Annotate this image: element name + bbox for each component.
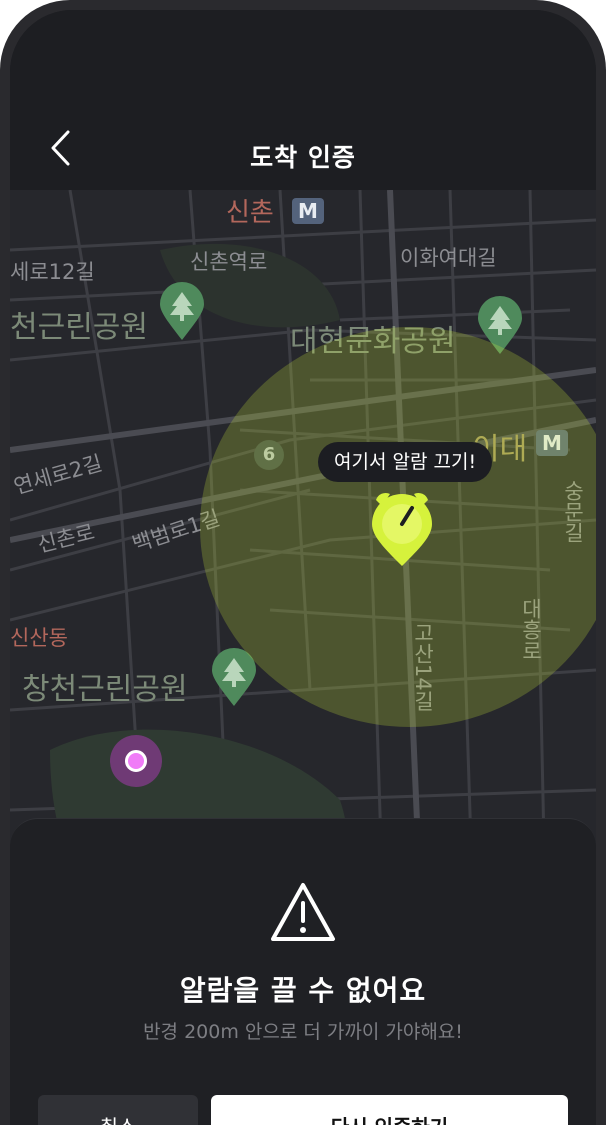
map-label-sinsan-dong: 신산동 [10, 626, 68, 650]
device-frame: 도착 인증 신촌 M 신촌역로 이화여대길 세로12길 천근린공원 대현문화공원… [0, 0, 606, 1125]
map-label-yonsei-ro-12gil: 세로12길 [10, 260, 95, 284]
metro-badge: M [292, 198, 324, 224]
current-location-core [125, 750, 147, 772]
sheet-description: 반경 200m 안으로 더 가까이 가야해요! [143, 1021, 463, 1043]
alarm-clock-pin-icon[interactable] [360, 486, 444, 570]
map-label-changcheon-park: 창천근린공원 [22, 672, 188, 707]
bottom-sheet: 알람을 끌 수 없어요 반경 200m 안으로 더 가까이 가야해요! 취소 다… [10, 818, 596, 1125]
top-bar: 도착 인증 [10, 10, 596, 190]
map-label-sinchonyeok-ro: 신촌역로 [190, 250, 268, 274]
retry-verify-button[interactable]: 다시 인증하기 [211, 1095, 568, 1125]
page-title: 도착 인증 [250, 143, 356, 172]
map-label-sinchon: 신촌 [226, 198, 274, 228]
map-label-ewha-gil: 이화여대길 [400, 246, 497, 270]
current-location-dot [110, 735, 162, 787]
screen: 도착 인증 신촌 M 신촌역로 이화여대길 세로12길 천근린공원 대현문화공원… [10, 10, 596, 1125]
cancel-button[interactable]: 취소 [38, 1095, 198, 1125]
pin-tooltip: 여기서 알람 끄기! [318, 442, 493, 482]
sheet-title: 알람을 끌 수 없어요 [179, 974, 427, 1007]
park-pin-icon [160, 282, 204, 340]
map-label-park-top: 천근린공원 [10, 310, 148, 345]
warning-triangle-icon [271, 883, 335, 941]
